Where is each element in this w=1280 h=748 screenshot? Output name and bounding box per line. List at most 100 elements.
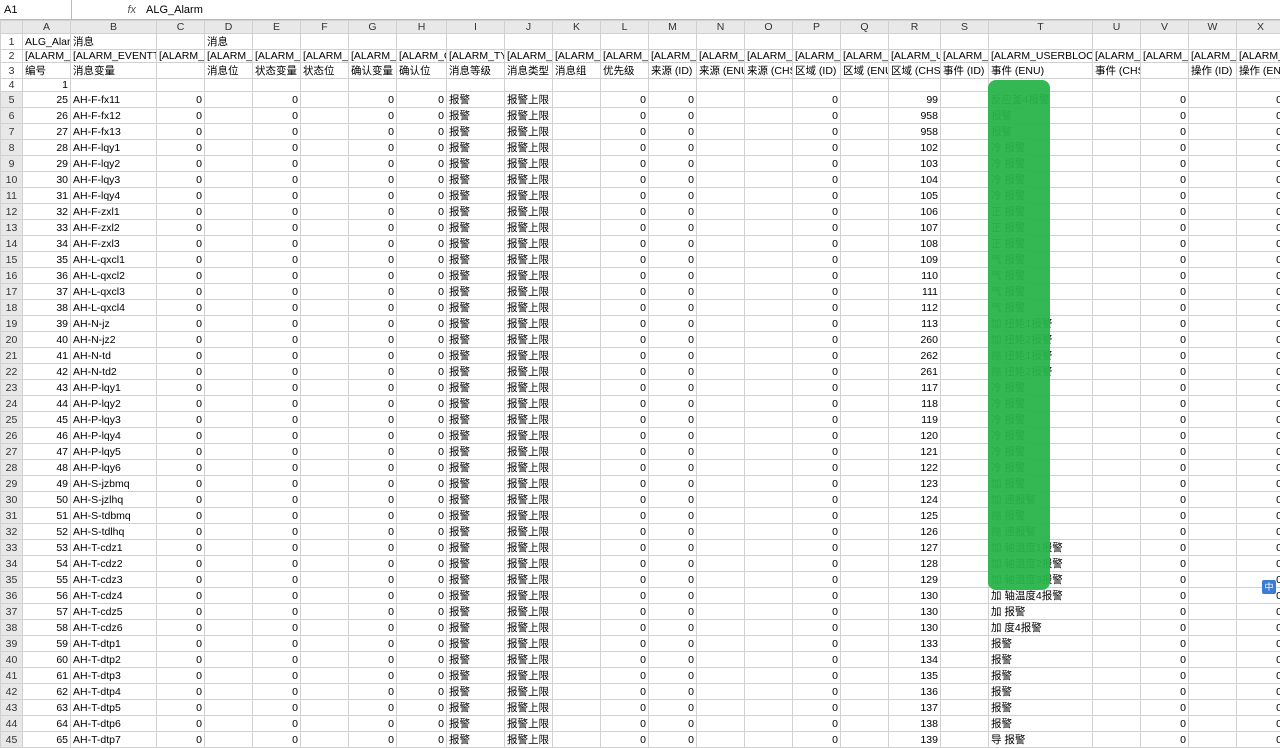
cell[interactable]: 0 [649, 332, 697, 348]
cell[interactable] [205, 92, 253, 108]
cell[interactable] [841, 412, 889, 428]
cell[interactable] [941, 396, 989, 412]
cell[interactable]: 报警上限 [505, 684, 553, 700]
cell[interactable] [1093, 444, 1141, 460]
cell[interactable]: 0 [1237, 700, 1280, 716]
cell[interactable]: 65 [23, 732, 71, 748]
cell[interactable]: [ALARM_PR [553, 50, 601, 63]
cell[interactable]: AH-F-fx13 [71, 124, 157, 140]
table-row[interactable]: 2444AH-P-lqy20000报警报警上限000118冷 报警00 [1, 396, 1280, 412]
column-header-T[interactable]: T [989, 21, 1093, 34]
cell[interactable]: 130 [889, 588, 941, 604]
cell[interactable] [941, 188, 989, 204]
cell[interactable]: 261 [889, 364, 941, 380]
cell[interactable]: [ALARM_US [793, 50, 841, 63]
cell[interactable]: 拖 扭矩2报警 [989, 364, 1093, 380]
cell[interactable] [301, 34, 349, 50]
cell[interactable] [745, 300, 793, 316]
cell[interactable]: 报警上限 [505, 220, 553, 236]
cell[interactable]: 0 [397, 492, 447, 508]
cell[interactable] [205, 236, 253, 252]
cell[interactable] [553, 108, 601, 124]
cell[interactable]: 0 [157, 140, 205, 156]
cell[interactable]: 0 [793, 684, 841, 700]
cell[interactable] [301, 396, 349, 412]
cell[interactable]: 0 [157, 252, 205, 268]
cell[interactable] [941, 508, 989, 524]
cell[interactable]: 冷 报警 [989, 460, 1093, 476]
cell[interactable] [745, 108, 793, 124]
cell[interactable]: 0 [793, 188, 841, 204]
cell[interactable] [1093, 172, 1141, 188]
cell[interactable]: 0 [397, 284, 447, 300]
cell[interactable]: 0 [649, 348, 697, 364]
cell[interactable]: 119 [889, 412, 941, 428]
cell[interactable]: 报警 [447, 364, 505, 380]
cell[interactable] [397, 34, 447, 50]
cell[interactable]: 49 [23, 476, 71, 492]
cell[interactable] [697, 79, 745, 92]
cell[interactable]: 0 [157, 524, 205, 540]
cell[interactable]: 0 [1237, 556, 1280, 572]
table-row[interactable]: 828AH-F-lqy10000报警报警上限000102冷 报警00 [1, 140, 1280, 156]
cell[interactable] [841, 140, 889, 156]
cell[interactable]: 0 [349, 188, 397, 204]
cell[interactable] [697, 620, 745, 636]
cell[interactable]: 0 [1237, 316, 1280, 332]
cell[interactable] [745, 444, 793, 460]
cell[interactable]: 冷 报警 [989, 156, 1093, 172]
cell[interactable] [1093, 204, 1141, 220]
cell[interactable] [1237, 34, 1280, 50]
cell[interactable]: 0 [601, 412, 649, 428]
cell[interactable]: 报警 [989, 652, 1093, 668]
cell[interactable]: 28 [23, 140, 71, 156]
cell[interactable]: 0 [253, 652, 301, 668]
cell[interactable]: 0 [1237, 204, 1280, 220]
cell[interactable]: AH-F-fx12 [71, 108, 157, 124]
cell[interactable]: 报警 [447, 732, 505, 748]
cell[interactable] [1189, 444, 1237, 460]
cell[interactable]: 报警上限 [505, 380, 553, 396]
column-header-C[interactable]: C [157, 21, 205, 34]
cell[interactable]: 0 [349, 556, 397, 572]
cell[interactable]: [ALARM_EVENTTAG [71, 50, 157, 63]
cell[interactable]: 59 [23, 636, 71, 652]
cell[interactable]: 0 [349, 412, 397, 428]
cell[interactable] [941, 79, 989, 92]
column-header-N[interactable]: N [697, 21, 745, 34]
cell[interactable]: 消息变量 [71, 63, 157, 79]
cell[interactable]: 62 [23, 684, 71, 700]
cell[interactable]: AH-T-cdz4 [71, 588, 157, 604]
cell[interactable]: 0 [1237, 108, 1280, 124]
cell[interactable] [1189, 34, 1237, 50]
cell[interactable]: AH-P-lqy1 [71, 380, 157, 396]
cell[interactable] [1189, 92, 1237, 108]
cell[interactable] [1093, 220, 1141, 236]
table-row[interactable]: 4464AH-T-dtp60000报警报警上限000138 报警00 [1, 716, 1280, 732]
cell[interactable]: 加 度4报警 [989, 620, 1093, 636]
cell[interactable] [301, 588, 349, 604]
cell[interactable]: 报警 [447, 444, 505, 460]
cell[interactable] [989, 79, 1093, 92]
cell[interactable]: 0 [1237, 684, 1280, 700]
table-row[interactable]: 4161AH-T-dtp30000报警报警上限000135 报警00 [1, 668, 1280, 684]
row-header[interactable]: 13 [1, 220, 23, 236]
cell[interactable] [397, 79, 447, 92]
cell[interactable] [553, 34, 601, 50]
cell[interactable]: 加 报警 [989, 604, 1093, 620]
cell[interactable]: 0 [1237, 380, 1280, 396]
cell[interactable]: 0 [397, 348, 447, 364]
cell[interactable] [745, 508, 793, 524]
cell[interactable]: 0 [1141, 252, 1189, 268]
cell[interactable]: 0 [601, 700, 649, 716]
cell[interactable] [745, 668, 793, 684]
column-header-R[interactable]: R [889, 21, 941, 34]
cell[interactable]: 0 [793, 268, 841, 284]
table-row[interactable]: 1434AH-F-zxl30000报警报警上限000108正 报警00 [1, 236, 1280, 252]
cell[interactable]: 报警 [447, 156, 505, 172]
cell[interactable]: 0 [601, 684, 649, 700]
row-header[interactable]: 24 [1, 396, 23, 412]
cell[interactable] [841, 380, 889, 396]
cell[interactable]: AH-F-lqy2 [71, 156, 157, 172]
cell[interactable]: 报警上限 [505, 620, 553, 636]
